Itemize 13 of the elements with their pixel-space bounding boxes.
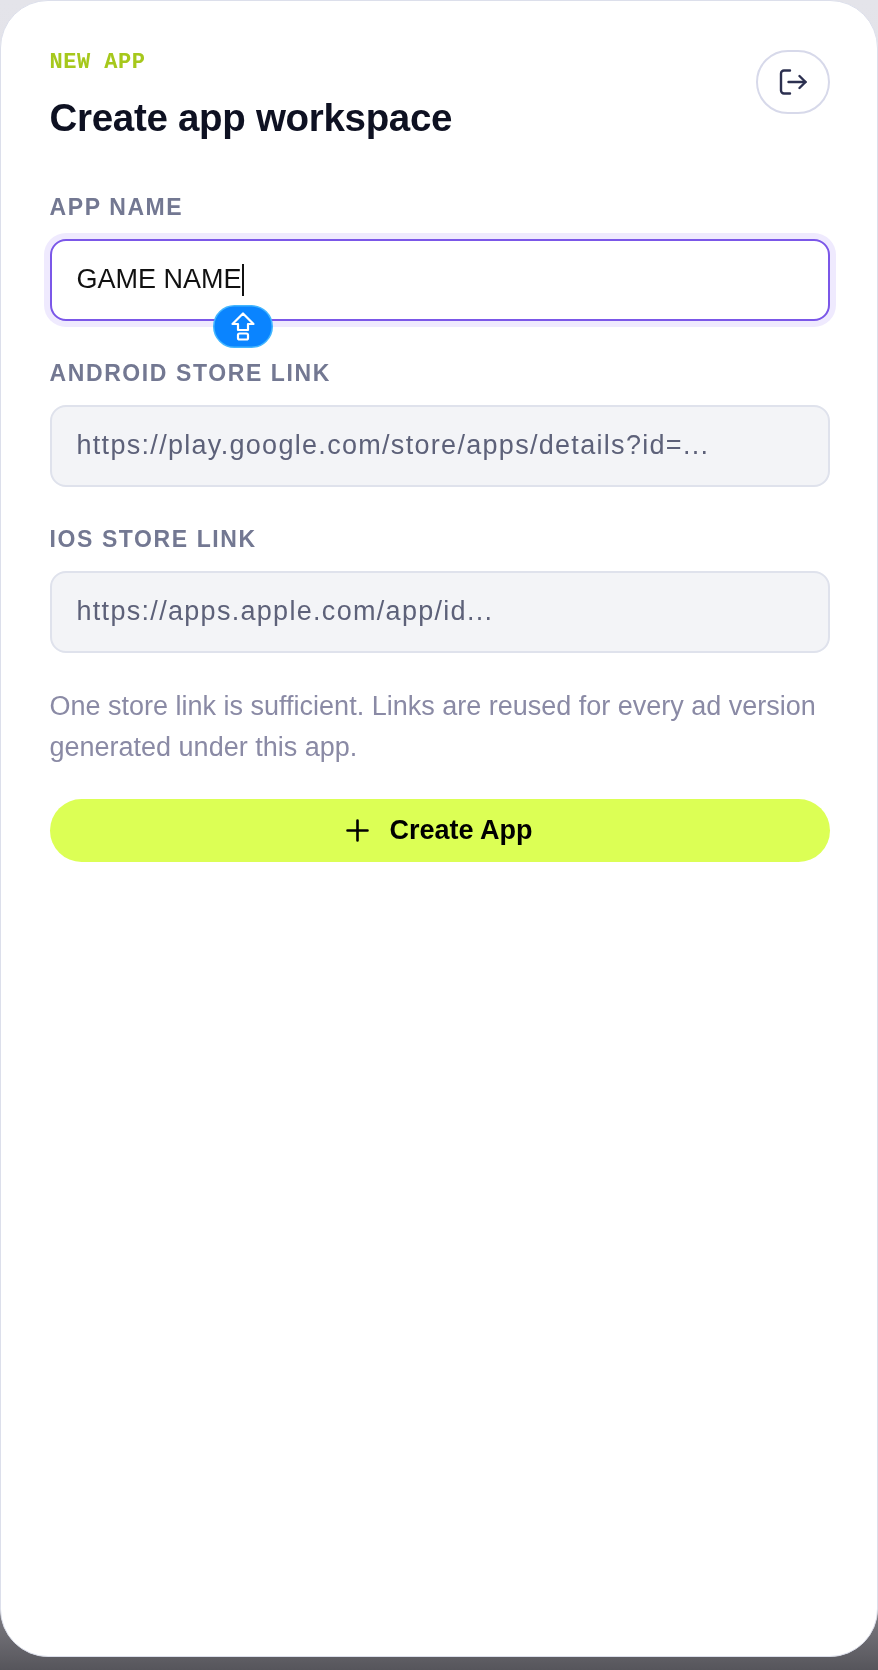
plus-icon bbox=[346, 818, 370, 842]
create-button[interactable]: Create App bbox=[49, 798, 830, 862]
field-label: APP NAME bbox=[49, 192, 185, 221]
field-label: IOS STORE LINK bbox=[49, 524, 258, 553]
logout-icon bbox=[778, 69, 807, 95]
input-field[interactable]: https://apps.apple.com/app/id... bbox=[49, 570, 830, 653]
helper-text: One store link is sufficient. Links are reused for every ad version generated under this app. bbox=[49, 690, 817, 764]
input-field[interactable]: GAME NAME bbox=[49, 238, 830, 321]
eyebrow-label: NEW APP bbox=[49, 50, 147, 76]
page-title: Create app workspace bbox=[49, 95, 453, 141]
field-label: ANDROID STORE LINK bbox=[49, 358, 332, 387]
input-field[interactable]: https://play.google.com/store/apps/details?id=... bbox=[49, 404, 830, 487]
text-cursor-icon bbox=[241, 263, 244, 296]
